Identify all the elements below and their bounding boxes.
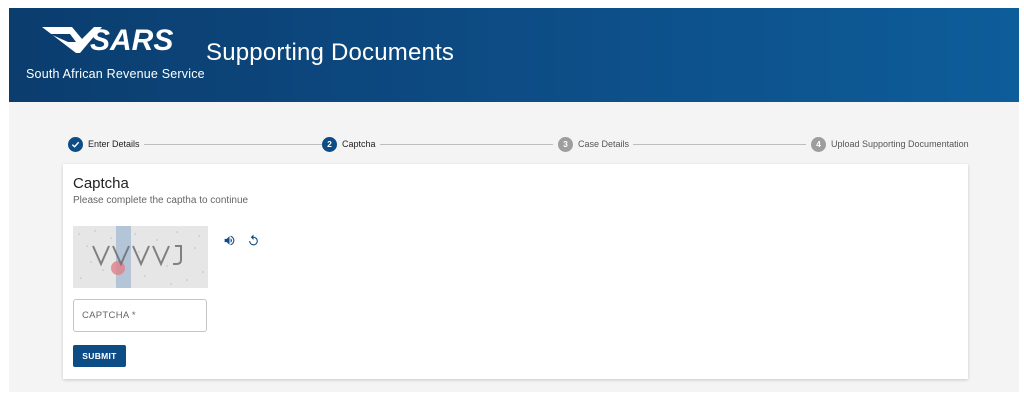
step-number: 3 — [558, 136, 573, 152]
step-captcha[interactable]: 2 Captcha — [322, 136, 376, 152]
step-upload-documentation[interactable]: 4 Upload Supporting Documentation — [811, 136, 969, 152]
card-subtitle: Please complete the captha to continue — [73, 195, 249, 206]
step-number: 2 — [322, 136, 337, 152]
refresh-icon[interactable] — [246, 233, 260, 247]
page-title: Supporting Documents — [206, 39, 455, 66]
captcha-input-wrapper — [73, 299, 207, 332]
card-title: Captcha — [73, 175, 129, 192]
step-connector — [380, 144, 553, 145]
site-header: SARS South African Revenue Service Suppo… — [9, 8, 1019, 102]
step-label: Upload Supporting Documentation — [831, 139, 969, 149]
step-enter-details[interactable]: Enter Details — [68, 136, 140, 152]
step-number: 4 — [811, 136, 826, 152]
step-label: Case Details — [578, 139, 630, 149]
main-content: Enter Details 2 Captcha 3 Case Details 4… — [9, 102, 1019, 392]
stepper: Enter Details 2 Captcha 3 Case Details 4… — [9, 136, 1019, 152]
sars-logo[interactable]: SARS — [42, 24, 192, 65]
logo-wordmark: SARS — [90, 25, 173, 57]
sars-logo-mark: SARS — [42, 24, 173, 57]
org-name: South African Revenue Service — [26, 67, 205, 81]
volume-icon[interactable] — [222, 233, 236, 247]
step-connector — [144, 144, 324, 145]
step-label: Enter Details — [88, 139, 140, 149]
captcha-image — [73, 226, 208, 288]
check-icon — [68, 136, 83, 152]
step-case-details[interactable]: 3 Case Details — [558, 136, 629, 152]
step-label: Captcha — [342, 139, 376, 149]
step-connector — [633, 144, 806, 145]
captcha-card: Captcha Please complete the captha to co… — [63, 164, 968, 379]
submit-button[interactable]: SUBMIT — [73, 345, 126, 367]
captcha-input[interactable] — [74, 300, 206, 331]
